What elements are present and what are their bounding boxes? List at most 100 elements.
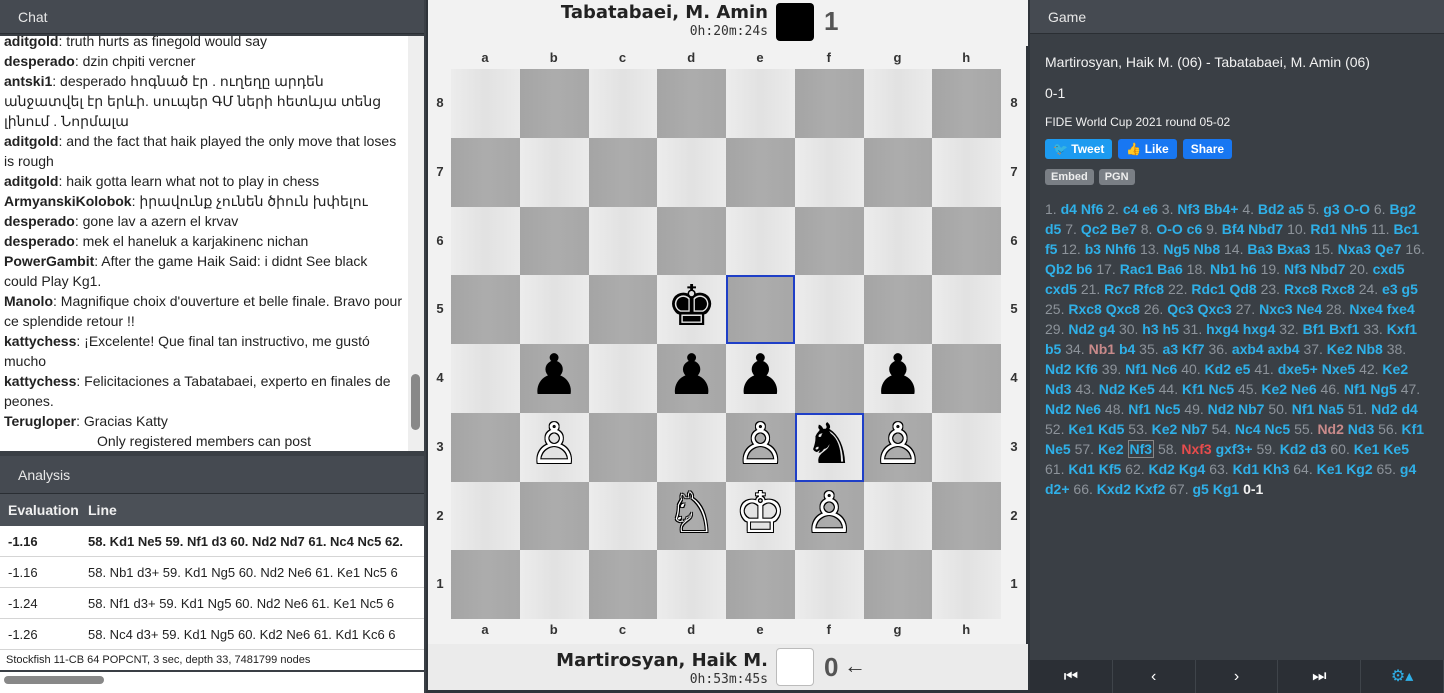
black-knight-icon[interactable]: ♞ <box>795 411 864 480</box>
move[interactable]: b3 <box>1085 241 1101 257</box>
move[interactable]: Bxa3 <box>1277 241 1310 257</box>
move[interactable]: Rxc8 <box>1321 281 1354 297</box>
settings-gear-icon[interactable]: ⚙▴ <box>1361 660 1444 693</box>
square-a7[interactable] <box>451 137 520 207</box>
square-b8[interactable] <box>519 69 589 138</box>
move[interactable]: Ke2 <box>1152 421 1178 437</box>
square-e2[interactable]: ♔ <box>726 480 795 551</box>
square-g8[interactable] <box>863 69 933 138</box>
move[interactable]: Nd2 <box>1099 381 1125 397</box>
move[interactable]: Nxe4 <box>1349 301 1382 317</box>
move[interactable]: Bg2 <box>1389 201 1415 217</box>
move[interactable]: Nd2 <box>1208 401 1234 417</box>
square-a3[interactable] <box>451 412 520 482</box>
move[interactable]: Nc5 <box>1208 381 1234 397</box>
move[interactable]: Ng5 <box>1370 381 1396 397</box>
move[interactable]: Kd1 <box>1233 461 1259 477</box>
move[interactable]: g4 <box>1099 321 1115 337</box>
square-b2[interactable] <box>519 481 589 551</box>
move[interactable]: hxg4 <box>1206 321 1239 337</box>
square-b5[interactable] <box>519 275 589 344</box>
square-a1[interactable] <box>451 550 520 619</box>
move[interactable]: Nd2 <box>1045 401 1071 417</box>
chat-username[interactable]: aditgold <box>4 133 58 149</box>
move[interactable]: Kg4 <box>1179 461 1205 477</box>
pgn-button[interactable]: PGN <box>1098 169 1135 185</box>
move[interactable]: fxe4 <box>1387 301 1415 317</box>
square-d3[interactable] <box>657 412 726 482</box>
move[interactable]: Ba6 <box>1157 261 1183 277</box>
square-g1[interactable] <box>863 550 933 619</box>
move[interactable]: h3 <box>1142 321 1158 337</box>
move[interactable]: Ne4 <box>1296 301 1322 317</box>
move[interactable]: Nb1 <box>1089 341 1115 357</box>
square-f3[interactable]: ♞ <box>794 411 864 482</box>
white-pawn-icon[interactable]: ♙ <box>795 480 864 549</box>
square-h7[interactable] <box>932 137 1001 207</box>
move[interactable]: e3 <box>1382 281 1398 297</box>
move[interactable]: Rd1 <box>1310 221 1336 237</box>
move[interactable]: Qc3 <box>1167 301 1193 317</box>
move[interactable]: d2+ <box>1045 481 1070 497</box>
move[interactable]: Qb2 <box>1045 261 1072 277</box>
move[interactable]: d5 <box>1045 221 1061 237</box>
white-knight-icon[interactable]: ♘ <box>657 480 726 549</box>
move[interactable]: a5 <box>1288 201 1304 217</box>
move[interactable]: Nd3 <box>1348 421 1374 437</box>
move[interactable]: Bxf1 <box>1329 321 1359 337</box>
move[interactable]: Nf3 <box>1284 261 1307 277</box>
move[interactable]: Nb7 <box>1181 421 1207 437</box>
square-f4[interactable] <box>794 344 864 413</box>
move[interactable]: Nf1 <box>1125 361 1148 377</box>
chat-username[interactable]: desperado <box>4 53 75 69</box>
move[interactable]: Nbd7 <box>1310 261 1345 277</box>
square-d2[interactable]: ♘ <box>657 480 726 551</box>
square-f6[interactable] <box>794 206 864 276</box>
white-pawn-icon[interactable]: ♙ <box>864 411 933 480</box>
move[interactable]: Na5 <box>1318 401 1344 417</box>
square-h8[interactable] <box>932 69 1001 138</box>
move[interactable]: Nxc3 <box>1259 301 1292 317</box>
move[interactable]: g3 <box>1323 201 1339 217</box>
move[interactable]: Rdc1 <box>1191 281 1225 297</box>
move[interactable]: e5 <box>1235 361 1251 377</box>
square-h5[interactable] <box>932 275 1001 344</box>
move[interactable]: Rfc8 <box>1134 281 1164 297</box>
square-b7[interactable] <box>519 137 589 207</box>
move[interactable]: c6 <box>1187 221 1203 237</box>
square-c4[interactable] <box>588 344 658 413</box>
move[interactable]: Kd2 <box>1280 441 1306 457</box>
move[interactable]: b6 <box>1076 261 1092 277</box>
black-pawn-icon[interactable]: ♟ <box>726 342 795 411</box>
square-d6[interactable] <box>657 206 726 276</box>
square-c6[interactable] <box>588 206 658 276</box>
move[interactable]: d3 <box>1310 441 1326 457</box>
move[interactable]: Nb7 <box>1238 401 1264 417</box>
move[interactable]: Qc2 <box>1081 221 1107 237</box>
black-king-icon[interactable]: ♚ <box>657 273 726 342</box>
square-e3[interactable]: ♙ <box>726 412 795 482</box>
move[interactable]: Nb8 <box>1194 241 1220 257</box>
white-king-icon[interactable]: ♔ <box>726 480 795 549</box>
move[interactable]: Nf3 <box>1127 440 1155 458</box>
move[interactable]: b4 <box>1119 341 1135 357</box>
square-h2[interactable] <box>932 481 1001 551</box>
move[interactable]: Bf1 <box>1303 321 1326 337</box>
move[interactable]: Ke1 <box>1354 441 1380 457</box>
analysis-scroll-thumb[interactable] <box>4 676 104 684</box>
move[interactable]: Nf1 <box>1344 381 1367 397</box>
chat-scrollbar[interactable] <box>408 36 424 451</box>
move[interactable]: Nf3 <box>1177 201 1200 217</box>
square-g3[interactable]: ♙ <box>863 411 933 482</box>
move[interactable]: g5 <box>1402 281 1418 297</box>
move[interactable]: dxe5+ <box>1278 361 1318 377</box>
move[interactable]: Kf1 <box>1401 421 1424 437</box>
square-d8[interactable] <box>657 69 726 138</box>
move[interactable]: b5 <box>1045 341 1061 357</box>
last-move-button[interactable]: ⏭ <box>1278 660 1362 693</box>
move[interactable]: Nb8 <box>1356 341 1382 357</box>
analysis-row[interactable]: -1.26 58. Nc4 d3+ 59. Kd1 Ng5 60. Kd2 Ne6… <box>0 619 424 650</box>
move[interactable]: Kf7 <box>1182 341 1205 357</box>
move[interactable]: Rac1 <box>1120 261 1153 277</box>
move[interactable]: g5 <box>1193 481 1209 497</box>
